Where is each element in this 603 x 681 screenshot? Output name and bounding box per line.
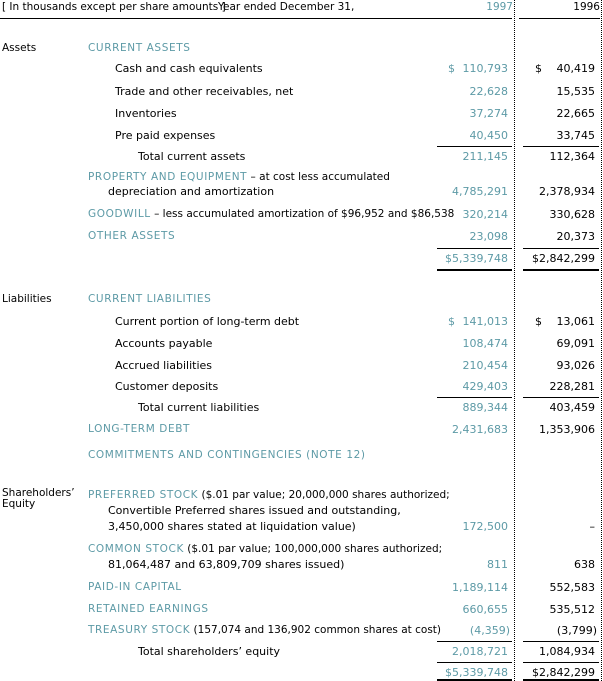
- row-label-treasury-stock: TREASURY STOCK (157,074 and 136,902 comm…: [88, 625, 441, 636]
- subtotal-rule-1996-total-current-liabilities: [523, 397, 599, 398]
- subtotal-rule-1997-total-shareholders-equity: [437, 641, 512, 642]
- closing-rule-1996-total-assets: [523, 269, 599, 271]
- row-label-total-shareholders-equity: Total shareholders’ equity: [138, 645, 281, 658]
- row-label-common-stock-line2: 81,064,487 and 63,809,709 shares issued): [108, 558, 345, 571]
- label-lead: CURRENT LIABILITIES: [88, 293, 212, 305]
- value-1996-accounts-payable: 69,091: [556, 337, 596, 350]
- value-1996-accrued-liabilities: 93,026: [556, 359, 596, 372]
- margin-label-liabilities: Liabilities: [2, 293, 52, 305]
- row-label-current-liabilities-head: CURRENT LIABILITIES: [88, 294, 211, 305]
- label-lead: OTHER ASSETS: [88, 230, 176, 242]
- value-1996-total-shareholders-equity: 1,084,934: [539, 645, 595, 658]
- subtotal-rule-1997-total-current-liabilities: [437, 397, 512, 398]
- value-1996-depreciation-and-amortization: 2,378,934: [539, 185, 595, 198]
- row-label-cash-and-cash-equivalents: Cash and cash equivalents: [115, 62, 263, 75]
- row-label-depreciation-and-amortization: depreciation and amortization: [108, 185, 275, 198]
- column-divider-1996: [601, 0, 602, 681]
- value-1996-total-assets: $2,842,299: [532, 252, 595, 265]
- margin-label-equity-line1: Shareholders’: [2, 487, 75, 499]
- row-label-long-term-debt: LONG-TERM DEBT: [88, 424, 190, 435]
- value-1996-long-term-debt: 1,353,906: [539, 423, 595, 436]
- label-lead: COMMITMENTS AND CONTINGENCIES (NOTE 12): [88, 449, 366, 461]
- row-label-inventories: Inventories: [115, 107, 177, 120]
- subtotal-rule-1996-total-shareholders-equity: [523, 641, 599, 642]
- value-1996-treasury-stock: (3,799): [556, 624, 597, 637]
- row-label-paid-in-capital: PAID-IN CAPITAL: [88, 582, 182, 593]
- margin-label-assets: Assets: [2, 42, 37, 54]
- value-1996-current-portion-of-long-term-debt: 13,061: [556, 315, 596, 328]
- row-label-property-and-equipment-head: PROPERTY AND EQUIPMENT – at cost less ac…: [88, 172, 390, 183]
- row-label-total-current-liabilities: Total current liabilities: [138, 401, 260, 414]
- value-1996-cash-and-cash-equivalents: 40,419: [556, 62, 596, 75]
- value-1996-total-current-liabilities: 403,459: [549, 401, 596, 414]
- header-rule-right: [519, 18, 600, 19]
- subtotal-rule-1997-total-liabilities-and-equity: [437, 662, 512, 663]
- subtotal-rule-1997-total-assets: [437, 248, 512, 249]
- label-lead: PREFERRED STOCK: [88, 489, 199, 501]
- label-tail: ($.01 par value; 20,000,000 shares autho…: [198, 489, 450, 501]
- row-label-accrued-liabilities: Accrued liabilities: [115, 359, 213, 372]
- label-tail: – at cost less accumulated: [247, 171, 390, 183]
- subtotal-rule-1996-total-liabilities-and-equity: [523, 662, 599, 663]
- value-1996-preferred-stock: –: [589, 520, 596, 533]
- row-label-commitments-and-contingencies: COMMITMENTS AND CONTINGENCIES (NOTE 12): [88, 450, 366, 461]
- units-note: [ In thousands except per share amounts …: [2, 1, 226, 13]
- label-lead: LONG-TERM DEBT: [88, 423, 191, 435]
- value-1996-goodwill: 330,628: [549, 208, 596, 221]
- subtotal-rule-1996-total-current-assets: [523, 146, 599, 147]
- row-label-total-current-assets: Total current assets: [138, 150, 246, 163]
- label-lead: COMMON STOCK: [88, 543, 184, 555]
- year-prior-header: 1996: [573, 1, 600, 13]
- label-lead: CURRENT ASSETS: [88, 42, 191, 54]
- value-1996-common-stock: 638: [574, 558, 595, 571]
- value-1996-trade-and-other-receivables-net: 15,535: [556, 85, 596, 98]
- row-label-trade-and-other-receivables-net: Trade and other receivables, net: [115, 85, 294, 98]
- value-1996-total-liabilities-and-equity: $2,842,299: [532, 666, 595, 679]
- value-1996-total-current-assets: 112,364: [549, 150, 596, 163]
- row-label-preferred-stock-line3: 3,450,000 shares stated at liquidation v…: [108, 520, 356, 533]
- row-label-current-portion-of-long-term-debt: Current portion of long-term debt: [115, 315, 300, 328]
- header-rule-left: [0, 18, 512, 19]
- row-label-pre-paid-expenses: Pre paid expenses: [115, 129, 216, 142]
- closing-rule-1997-total-assets: [437, 269, 512, 271]
- row-label-preferred-stock: PREFERRED STOCK ($.01 par value; 20,000,…: [88, 490, 450, 501]
- period-label: Year ended December 31,: [218, 1, 355, 13]
- label-tail: ($.01 par value; 100,000,000 shares auth…: [183, 543, 443, 555]
- subtotal-rule-1997-total-current-assets: [437, 146, 512, 147]
- row-label-other-assets: OTHER ASSETS: [88, 231, 175, 242]
- value-1996-other-assets: 20,373: [556, 230, 596, 243]
- label-lead: PAID-IN CAPITAL: [88, 581, 182, 593]
- row-label-common-stock: COMMON STOCK ($.01 par value; 100,000,00…: [88, 544, 442, 555]
- value-1996-paid-in-capital: 552,583: [549, 581, 596, 594]
- label-lead: RETAINED EARNINGS: [88, 603, 209, 615]
- value-1996-pre-paid-expenses: 33,745: [556, 129, 596, 142]
- label-lead: PROPERTY AND EQUIPMENT: [88, 171, 248, 183]
- subtotal-rule-1996-total-assets: [523, 248, 599, 249]
- row-label-preferred-stock-line2: Convertible Preferred shares issued and …: [108, 504, 401, 517]
- value-1996-retained-earnings: 535,512: [549, 603, 596, 616]
- value-1996-inventories: 22,665: [556, 107, 596, 120]
- balance-sheet-page: [ In thousands except per share amounts …: [0, 0, 603, 681]
- year-current-header: 1997: [486, 1, 513, 13]
- label-lead: TREASURY STOCK: [88, 624, 191, 636]
- margin-label-equity-line2: Equity: [2, 498, 36, 510]
- row-label-customer-deposits: Customer deposits: [115, 380, 219, 393]
- row-label-retained-earnings: RETAINED EARNINGS: [88, 604, 209, 615]
- value-1996-customer-deposits: 228,281: [549, 380, 596, 393]
- label-lead: GOODWILL: [88, 208, 151, 220]
- row-label-current-assets-head: CURRENT ASSETS: [88, 43, 190, 54]
- row-label-accounts-payable: Accounts payable: [115, 337, 213, 350]
